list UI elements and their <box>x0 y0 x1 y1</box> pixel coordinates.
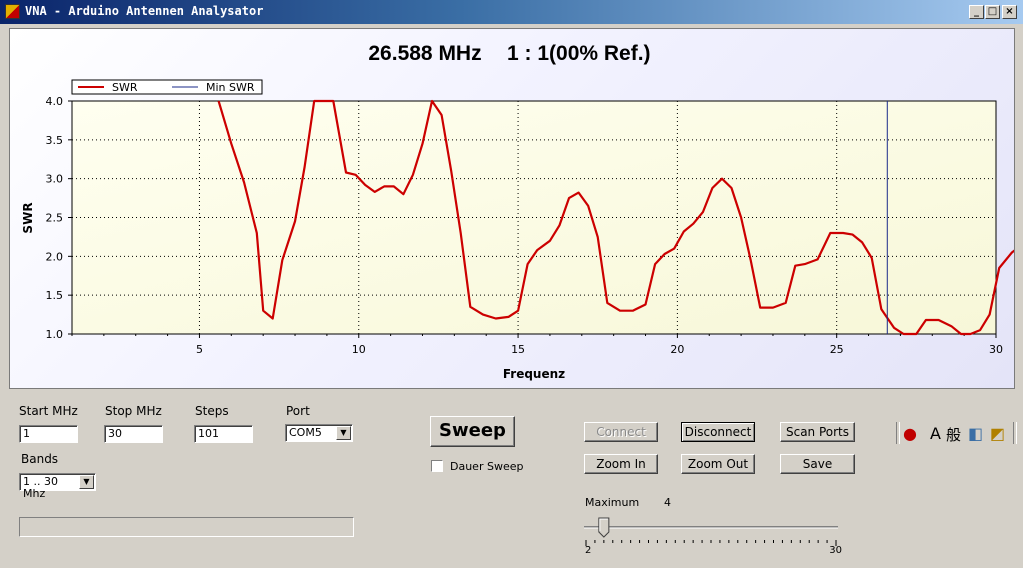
plot-area <box>71 100 997 335</box>
maximum-value: 4 <box>664 496 671 509</box>
dauer-sweep-label: Dauer Sweep <box>450 460 524 473</box>
bands-select[interactable]: 1 .. 30 Mhz ▼ <box>19 473 96 500</box>
legend-swr-label: SWR <box>112 81 138 94</box>
close-button[interactable]: × <box>1002 5 1017 19</box>
x-tick-label: 20 <box>670 343 684 356</box>
y-tick-label: 1.0 <box>46 328 64 341</box>
window-title: VNA - Arduino Antennen Analysator <box>25 4 264 18</box>
port-select[interactable]: COM5 ▼ <box>285 424 353 442</box>
start-mhz-label: Start MHz <box>19 404 78 418</box>
chevron-down-icon[interactable]: ▼ <box>79 475 94 489</box>
toolbar-separator <box>1013 422 1017 444</box>
steps-label: Steps <box>195 404 229 418</box>
slider-thumb[interactable] <box>598 517 610 538</box>
x-tick-label: 10 <box>352 343 366 356</box>
disconnect-button[interactable]: Disconnect <box>681 422 755 442</box>
bands-select-value: 1 .. 30 Mhz <box>23 475 58 500</box>
bands-label: Bands <box>21 452 59 466</box>
app-icon[interactable] <box>5 4 20 19</box>
slider-max-label: 30 <box>829 545 842 555</box>
sweep-button[interactable]: Sweep <box>430 416 515 447</box>
y-tick-label: 3.0 <box>46 173 64 186</box>
save-button[interactable]: Save <box>780 454 855 474</box>
record-icon[interactable]: ● <box>903 424 917 443</box>
chart-frequency-text: 26.588 MHz <box>368 42 481 65</box>
start-mhz-input[interactable]: 1 <box>19 425 78 443</box>
ime-dictionary-icon[interactable]: ◧ <box>968 424 983 443</box>
stop-mhz-input[interactable]: 30 <box>104 425 163 443</box>
maximum-label: Maximum <box>585 496 640 509</box>
port-select-value: COM5 <box>289 426 322 439</box>
x-axis-ticks: 5 10 15 20 25 30 <box>71 334 1003 356</box>
scan-ports-button[interactable]: Scan Ports <box>780 422 855 442</box>
swr-chart-panel: 26.588 MHz 1 : 1(00% Ref.) 1.0 1.5 2.0 2.5 3… <box>9 28 1015 389</box>
maximize-button[interactable]: □ <box>985 5 1000 19</box>
y-tick-label: 4.0 <box>46 95 64 108</box>
x-tick-label: 25 <box>830 343 844 356</box>
stop-mhz-label: Stop MHz <box>105 404 162 418</box>
x-axis-label: Frequenz <box>503 367 565 381</box>
ime-mode-icon[interactable]: A <box>930 424 941 443</box>
chart-ratio-text: 1 : 1(00% Ref.) <box>507 42 651 65</box>
steps-input[interactable]: 101 <box>194 425 253 443</box>
chart-legend: SWR Min SWR <box>71 79 263 95</box>
slider-ticks <box>585 540 837 546</box>
y-axis-ticks: 1.0 1.5 2.0 2.5 3.0 3.5 4.0 <box>46 95 72 341</box>
x-tick-label: 30 <box>989 343 1003 356</box>
toolbar-separator <box>896 422 900 444</box>
zoom-out-button[interactable]: Zoom Out <box>681 454 755 474</box>
y-tick-label: 2.5 <box>46 212 64 225</box>
dauer-sweep-checkbox[interactable] <box>431 460 443 472</box>
y-axis-label: SWR <box>21 202 35 233</box>
ime-kanji-icon[interactable]: 般 <box>946 424 961 445</box>
sweep-progress-bar <box>19 517 354 537</box>
y-tick-label: 1.5 <box>46 289 64 302</box>
connect-button[interactable]: Connect <box>584 422 658 442</box>
x-tick-label: 5 <box>196 343 203 356</box>
minimize-button[interactable]: _ <box>969 5 984 19</box>
app-window: VNA - Arduino Antennen Analysator _ □ × … <box>0 0 1023 568</box>
chevron-down-icon[interactable]: ▼ <box>336 426 351 440</box>
zoom-in-button[interactable]: Zoom In <box>584 454 658 474</box>
y-tick-label: 3.5 <box>46 134 64 147</box>
y-tick-label: 2.0 <box>46 250 64 263</box>
x-tick-label: 15 <box>511 343 525 356</box>
title-bar[interactable]: VNA - Arduino Antennen Analysator _ □ × <box>0 0 1023 24</box>
maximum-slider[interactable]: 2 30 <box>580 515 850 555</box>
port-label: Port <box>286 404 310 418</box>
legend-min-swr-label: Min SWR <box>206 81 255 94</box>
swr-chart: 26.588 MHz 1 : 1(00% Ref.) 1.0 1.5 2.0 2.5 3… <box>21 42 1014 381</box>
slider-min-label: 2 <box>585 545 591 555</box>
ime-tools-icon[interactable]: ◩ <box>990 424 1005 443</box>
